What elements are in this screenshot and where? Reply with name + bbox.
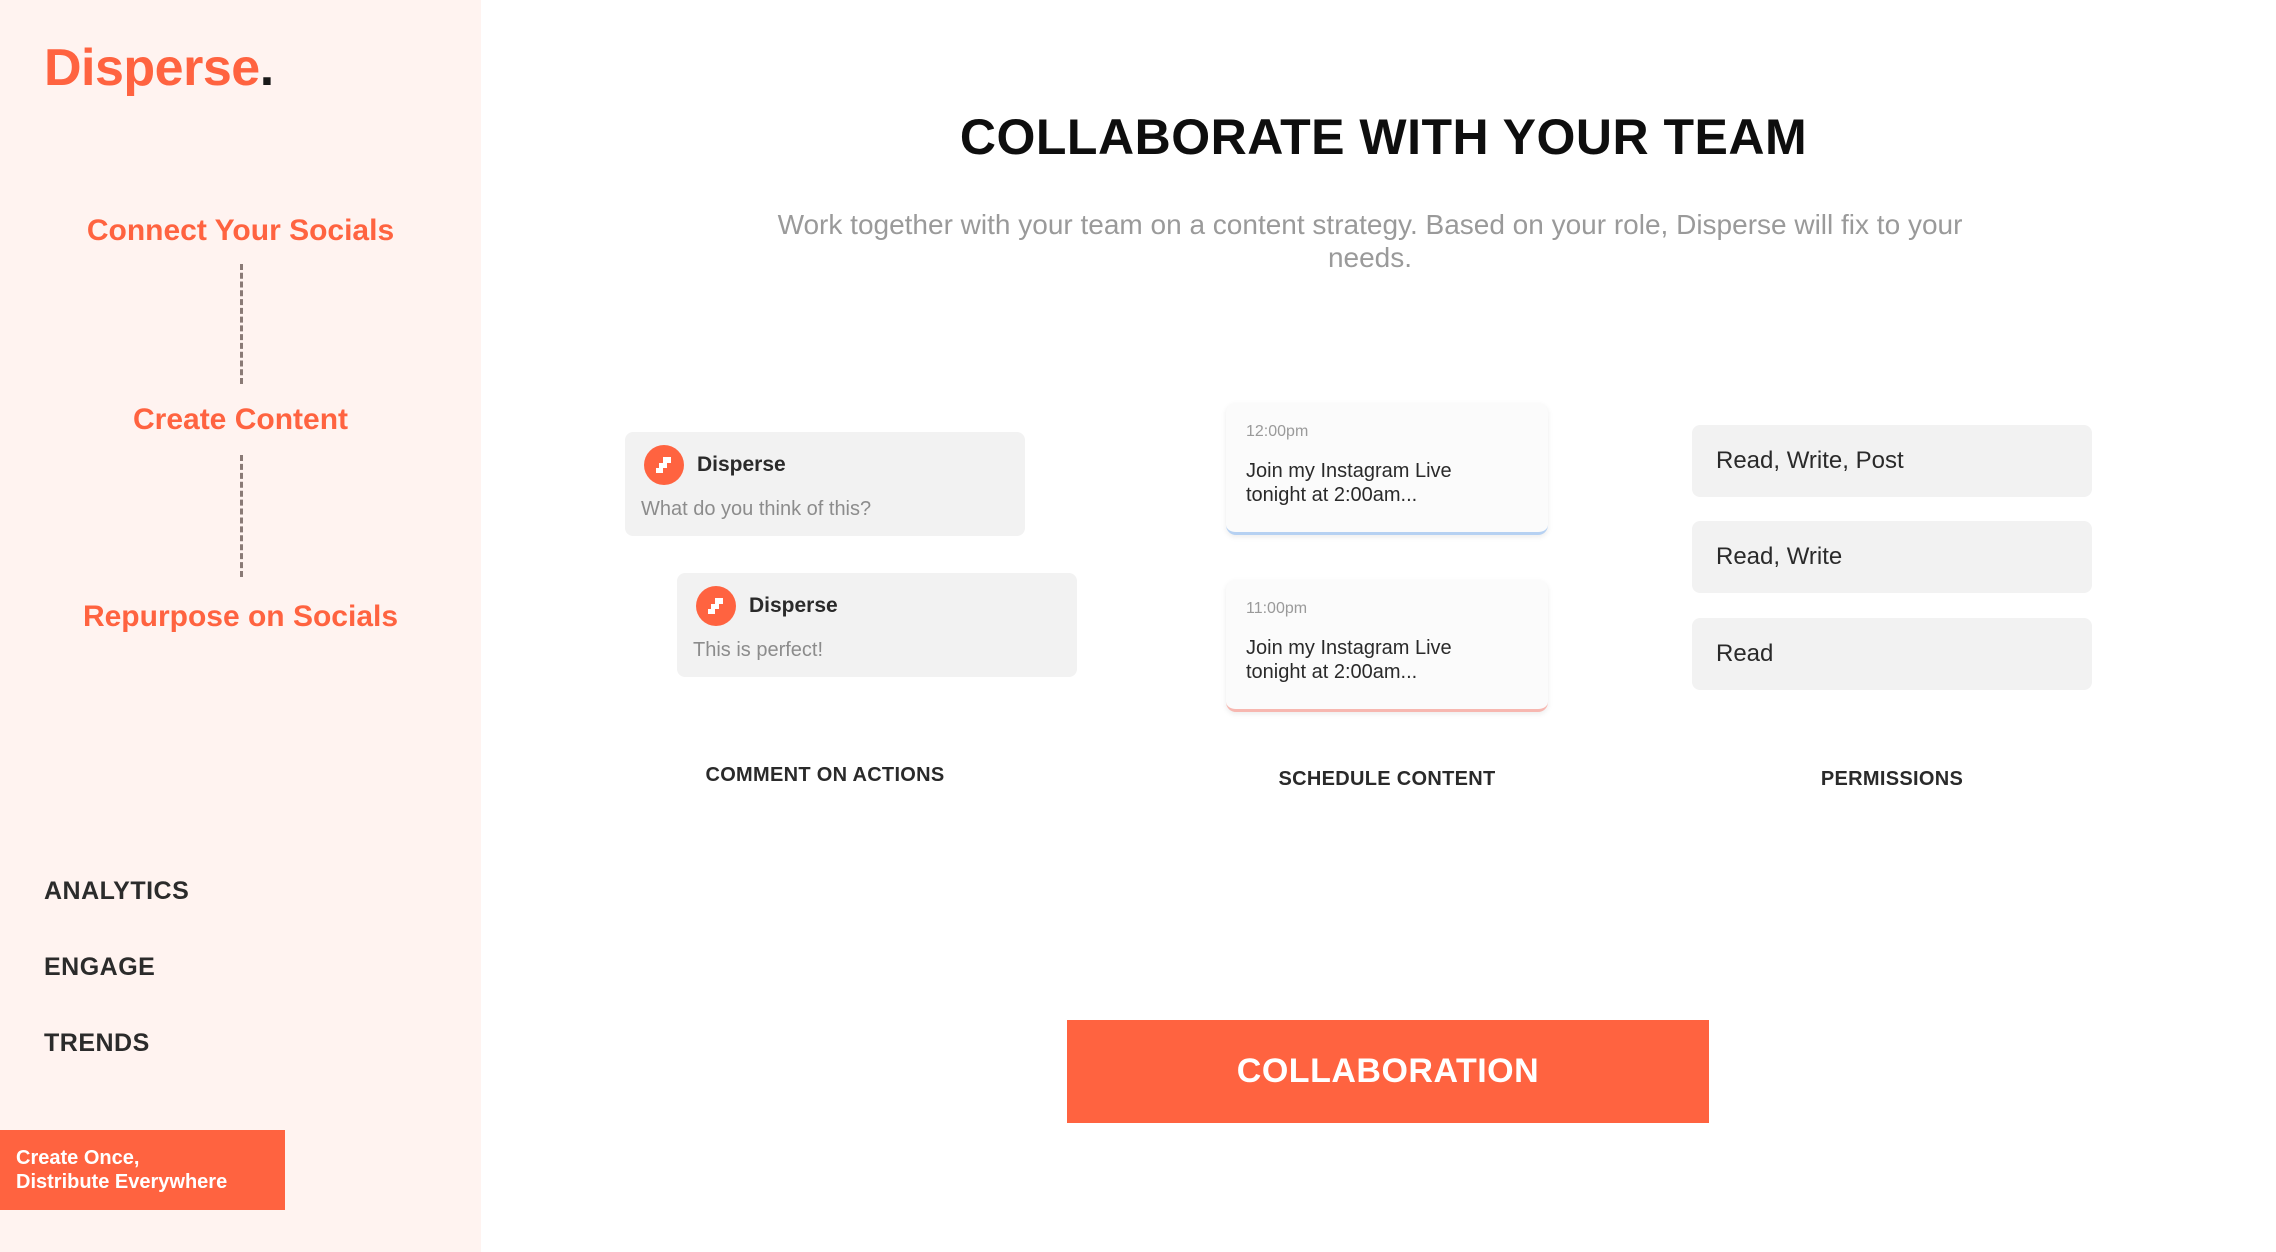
permission-option-read[interactable]: Read	[1692, 618, 2092, 690]
comment-author: Disperse	[697, 453, 786, 476]
comment-author: Disperse	[749, 594, 838, 617]
comment-card[interactable]: Disperse This is perfect!	[677, 573, 1077, 677]
nav-item-engage[interactable]: ENGAGE	[44, 953, 155, 982]
workflow-connector	[240, 455, 243, 577]
sidebar: Disperse. Connect Your Socials Create Co…	[0, 0, 481, 1252]
tagline-line: Create Once,	[16, 1147, 140, 1169]
brand-dot: .	[259, 39, 274, 97]
nav-item-analytics[interactable]: ANALYTICS	[44, 877, 189, 906]
page: Disperse. Connect Your Socials Create Co…	[0, 0, 2276, 1252]
nav-item-trends[interactable]: TRENDS	[44, 1029, 150, 1058]
workflow-step-create[interactable]: Create Content	[0, 403, 481, 437]
workflow-step-connect[interactable]: Connect Your Socials	[0, 214, 481, 248]
tagline-banner: Create Once, Distribute Everywhere	[0, 1130, 285, 1210]
feature-caption-permissions: PERMISSIONS	[1820, 768, 1964, 790]
scheduled-text: Join my Instagram Live tonight at 2:00am…	[1246, 637, 1452, 683]
feature-caption-comments: COMMENT ON ACTIONS	[705, 764, 945, 786]
scheduled-time: 11:00pm	[1246, 600, 1308, 617]
comment-text: This is perfect!	[693, 639, 824, 661]
brand-logo[interactable]: Disperse.	[44, 38, 274, 98]
workflow-step-repurpose[interactable]: Repurpose on Socials	[0, 600, 481, 634]
scheduled-post-card[interactable]: 12:00pm Join my Instagram Live tonight a…	[1226, 403, 1548, 535]
collaboration-button[interactable]: COLLABORATION	[1067, 1020, 1709, 1123]
disperse-avatar-icon	[696, 586, 736, 626]
scheduled-text: Join my Instagram Live tonight at 2:00am…	[1246, 460, 1452, 506]
page-subtitle: Work together with your team on a conten…	[777, 209, 1963, 273]
tagline-line: Distribute Everywhere	[16, 1171, 228, 1193]
disperse-avatar-icon	[644, 445, 684, 485]
permission-option-read-write-post[interactable]: Read, Write, Post	[1692, 425, 2092, 497]
comment-card[interactable]: Disperse What do you think of this?	[625, 432, 1025, 536]
scheduled-time: 12:00pm	[1246, 423, 1309, 440]
brand-name: Disperse	[44, 39, 260, 97]
feature-caption-schedule: SCHEDULE CONTENT	[1278, 768, 1496, 790]
comment-text: What do you think of this?	[641, 498, 872, 520]
page-title: COLLABORATE WITH YOUR TEAM	[959, 109, 1808, 165]
scheduled-post-card[interactable]: 11:00pm Join my Instagram Live tonight a…	[1226, 580, 1548, 712]
workflow-connector	[240, 264, 243, 384]
permission-option-read-write[interactable]: Read, Write	[1692, 521, 2092, 593]
